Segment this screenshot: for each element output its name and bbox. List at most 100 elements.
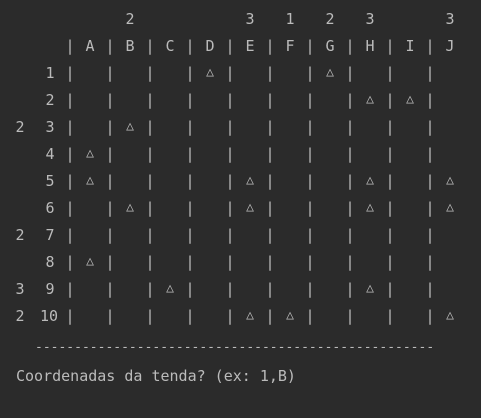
cell-separator: | bbox=[105, 280, 115, 298]
cell-separator: | bbox=[225, 118, 235, 136]
cell-separator: | bbox=[225, 280, 235, 298]
cell-separator: | bbox=[145, 307, 155, 325]
column-separator: | bbox=[265, 37, 275, 55]
cell-separator: | bbox=[265, 199, 275, 217]
cell-separator: | bbox=[345, 145, 355, 163]
grid-row: 8 | △ | | | | | | | | | bbox=[0, 251, 481, 273]
cell-separator: | bbox=[385, 64, 395, 82]
column-letter: H bbox=[365, 37, 375, 55]
column-separator: | bbox=[105, 37, 115, 55]
column-count: 3 bbox=[365, 10, 375, 28]
grid-row: 3 9 | | | △ | | | | | △ | | bbox=[0, 278, 481, 300]
cell-separator: | bbox=[185, 172, 195, 190]
tree-icon: △ bbox=[126, 119, 134, 134]
cell-separator: | bbox=[65, 118, 75, 136]
cell-separator: | bbox=[65, 199, 75, 217]
cell-separator: | bbox=[425, 280, 435, 298]
column-letter: F bbox=[285, 37, 295, 55]
cell-separator: | bbox=[385, 118, 395, 136]
row-label: 3 bbox=[45, 118, 55, 136]
column-count: 3 bbox=[445, 10, 455, 28]
cell-separator: | bbox=[225, 172, 235, 190]
cell-separator: | bbox=[305, 91, 315, 109]
tree-icon: △ bbox=[446, 308, 454, 323]
cell-separator: | bbox=[185, 145, 195, 163]
cell-separator: | bbox=[225, 145, 235, 163]
cell-separator: | bbox=[305, 199, 315, 217]
tree-icon: △ bbox=[406, 92, 414, 107]
row-label: 10 bbox=[39, 307, 59, 325]
cell-separator: | bbox=[65, 145, 75, 163]
cell-separator: | bbox=[145, 172, 155, 190]
cell-separator: | bbox=[105, 253, 115, 271]
grid-divider: ----------------------------------------… bbox=[35, 340, 435, 355]
column-separator: | bbox=[345, 37, 355, 55]
cell-separator: | bbox=[265, 307, 275, 325]
cell-separator: | bbox=[385, 307, 395, 325]
cell-separator: | bbox=[265, 280, 275, 298]
cell-separator: | bbox=[65, 307, 75, 325]
column-counts-row: 2 3 1 2 3 3 bbox=[0, 8, 481, 30]
cell-separator: | bbox=[145, 253, 155, 271]
column-letter: J bbox=[445, 37, 455, 55]
column-count: 2 bbox=[125, 10, 135, 28]
column-letter: E bbox=[245, 37, 255, 55]
cell-separator: | bbox=[385, 253, 395, 271]
cell-separator: | bbox=[145, 91, 155, 109]
cell-separator: | bbox=[305, 226, 315, 244]
cell-separator: | bbox=[425, 91, 435, 109]
cell-separator: | bbox=[105, 145, 115, 163]
cell-separator: | bbox=[345, 199, 355, 217]
cell-separator: | bbox=[225, 307, 235, 325]
cell-separator: | bbox=[305, 307, 315, 325]
cell-separator: | bbox=[65, 64, 75, 82]
cell-separator: | bbox=[425, 145, 435, 163]
cell-separator: | bbox=[305, 280, 315, 298]
cell-separator: | bbox=[105, 91, 115, 109]
cell-separator: | bbox=[345, 64, 355, 82]
row-label: 8 bbox=[45, 253, 55, 271]
cell-separator: | bbox=[145, 226, 155, 244]
cell-separator: | bbox=[265, 253, 275, 271]
cell-separator: | bbox=[105, 307, 115, 325]
tree-icon: △ bbox=[366, 92, 374, 107]
cell-separator: | bbox=[345, 253, 355, 271]
cell-separator: | bbox=[425, 199, 435, 217]
grid-row: 4 | △ | | | | | | | | | bbox=[0, 143, 481, 165]
cell-separator: | bbox=[305, 145, 315, 163]
column-letter: G bbox=[325, 37, 335, 55]
column-letter: D bbox=[205, 37, 215, 55]
cell-separator: | bbox=[425, 118, 435, 136]
cell-separator: | bbox=[425, 253, 435, 271]
console-output: 2 3 1 2 3 3 | A | B | C | D | E | F | G | H | I | J 1 | | | | △ | | | △ | | | 2… bbox=[0, 0, 481, 418]
grid-row: 2 3 | | △ | | | | | | | | bbox=[0, 116, 481, 138]
cell-separator: | bbox=[65, 280, 75, 298]
cell-separator: | bbox=[105, 172, 115, 190]
column-letter: B bbox=[125, 37, 135, 55]
cell-separator: | bbox=[145, 145, 155, 163]
cell-separator: | bbox=[385, 91, 395, 109]
cell-separator: | bbox=[425, 172, 435, 190]
cell-separator: | bbox=[145, 280, 155, 298]
grid-row: 1 | | | | △ | | | △ | | | bbox=[0, 62, 481, 84]
input-prompt[interactable]: Coordenadas da tenda? (ex: 1,B) bbox=[16, 365, 296, 387]
tree-icon: △ bbox=[166, 281, 174, 296]
cell-separator: | bbox=[425, 64, 435, 82]
column-header-row: | A | B | C | D | E | F | G | H | I | J bbox=[0, 35, 481, 57]
column-separator: | bbox=[145, 37, 155, 55]
column-separator: | bbox=[65, 37, 75, 55]
tree-icon: △ bbox=[366, 173, 374, 188]
column-separator: | bbox=[385, 37, 395, 55]
tree-icon: △ bbox=[446, 173, 454, 188]
cell-separator: | bbox=[185, 199, 195, 217]
cell-separator: | bbox=[305, 172, 315, 190]
row-label: 4 bbox=[45, 145, 55, 163]
row-count: 2 bbox=[15, 226, 25, 244]
cell-separator: | bbox=[265, 226, 275, 244]
cell-separator: | bbox=[385, 226, 395, 244]
column-separator: | bbox=[425, 37, 435, 55]
tree-icon: △ bbox=[126, 200, 134, 215]
row-count: 3 bbox=[15, 280, 25, 298]
grid-row: 6 | | △ | | | △ | | | △ | | △ bbox=[0, 197, 481, 219]
cell-separator: | bbox=[185, 91, 195, 109]
